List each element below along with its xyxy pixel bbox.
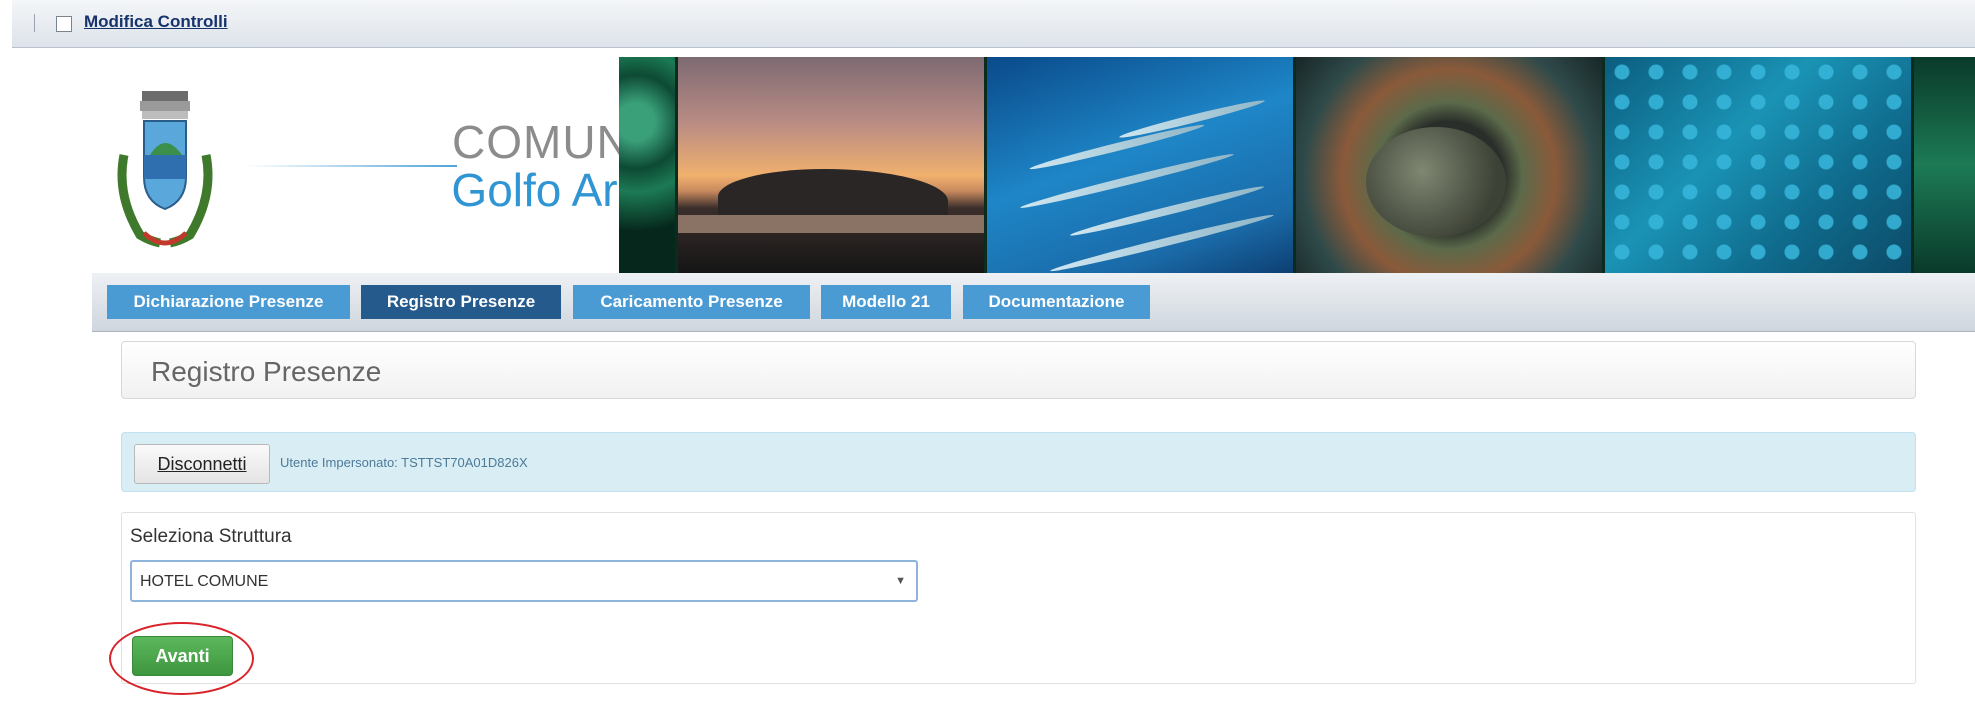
page-title: Registro Presenze: [151, 356, 382, 387]
impersonation-alert: Disconnetti Utente Impersonato: TSTTST70…: [121, 432, 1916, 492]
header-photo-strip: [619, 57, 1975, 273]
structure-select-value: HOTEL COMUNE: [140, 573, 269, 590]
dropdown-arrow-icon: ▼: [895, 575, 906, 587]
photo-fish-shape: [1118, 96, 1266, 142]
photo-seaweed: [619, 57, 675, 273]
highlight-annotation-circle: [109, 622, 254, 695]
photo-school-pattern: [1605, 57, 1911, 273]
site-header: COMUNE di Golfo Aranci: [92, 57, 1975, 273]
impersonated-user-text: Utente Impersonato: TSTTST70A01D826X: [280, 455, 528, 470]
photo-sea-reflection: [678, 215, 984, 233]
main-nav: Dichiarazione Presenze Registro Presenze…: [92, 273, 1975, 332]
photo-fish-school: [1605, 57, 1911, 273]
photo-barracuda: [987, 57, 1293, 273]
photo-fish-shape: [1049, 211, 1275, 273]
disconnect-button[interactable]: Disconnetti: [134, 444, 270, 484]
tab-documentazione[interactable]: Documentazione: [963, 285, 1150, 319]
structure-select-label: Seleziona Struttura: [130, 526, 292, 547]
photo-moray-eel: [1296, 57, 1602, 273]
modifica-controlli-link[interactable]: Modifica Controlli: [84, 12, 228, 32]
photo-eel-shape: [1366, 127, 1506, 237]
photo-seaweed-right: [1914, 57, 1975, 273]
toolbar-separator: [34, 14, 35, 32]
coat-of-arms-icon: [117, 91, 213, 248]
structure-select[interactable]: HOTEL COMUNE ▼: [130, 560, 918, 602]
page-title-panel: Registro Presenze: [121, 341, 1916, 399]
structure-form-panel: Seleziona Struttura HOTEL COMUNE ▼ Avant…: [121, 512, 1916, 684]
tab-registro-presenze[interactable]: Registro Presenze: [361, 285, 561, 319]
top-toolbar: Modifica Controlli: [12, 0, 1975, 48]
checkbox-icon[interactable]: [56, 16, 72, 32]
photo-sunset-island: [678, 57, 984, 273]
tab-dichiarazione-presenze[interactable]: Dichiarazione Presenze: [107, 285, 350, 319]
tab-modello-21[interactable]: Modello 21: [821, 285, 951, 319]
tab-caricamento-presenze[interactable]: Caricamento Presenze: [573, 285, 810, 319]
